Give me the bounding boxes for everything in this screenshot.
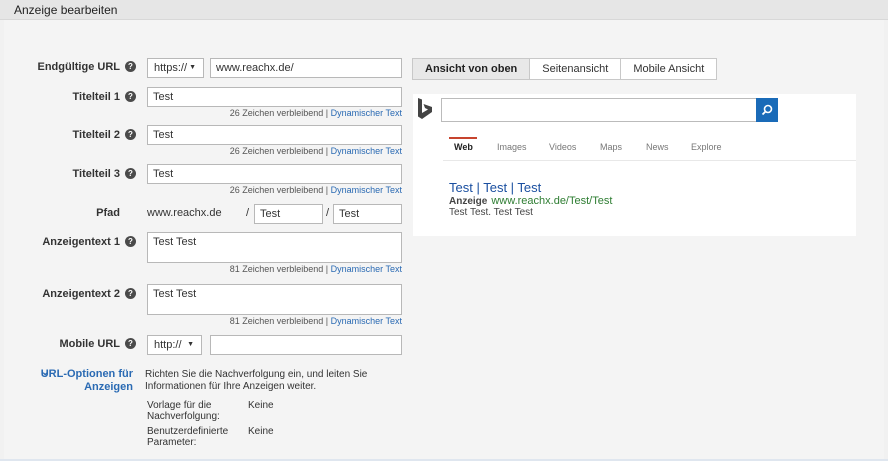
bing-logo-icon <box>418 98 432 119</box>
help-icon[interactable]: ? <box>125 338 136 349</box>
dynamic-text-link[interactable]: Dynamischer Text <box>331 264 402 274</box>
help-icon[interactable]: ? <box>125 61 136 72</box>
url-options-description-line2: Informationen für Ihre Anzeigen weiter. <box>145 381 317 392</box>
text2-hint: 81 Zeichen verbleibend | Dynamischer Tex… <box>200 316 402 326</box>
tracking-template-label-line1: Vorlage für die <box>147 400 212 411</box>
title2-counter: 26 Zeichen verbleibend | <box>229 146 329 156</box>
custom-parameters-label-line1: Benutzerdefinierte <box>147 426 229 437</box>
path-separator: / <box>246 207 250 219</box>
ad-url: www.reachx.de/Test/Test <box>491 195 613 207</box>
title1-input[interactable]: Test <box>147 87 402 107</box>
page-header: Anzeige bearbeiten <box>0 0 888 20</box>
tab-mobile-view[interactable]: Mobile Ansicht <box>620 58 718 80</box>
nav-news[interactable]: News <box>646 142 669 152</box>
final-url-protocol-select[interactable]: https:// ▼ <box>147 58 204 78</box>
help-icon[interactable]: ? <box>125 236 136 247</box>
search-button[interactable] <box>756 98 778 122</box>
path-domain: www.reachx.de <box>147 207 222 219</box>
path2-input[interactable]: Test <box>333 204 402 224</box>
mobile-url-protocol-select[interactable]: http:// ▼ <box>147 335 202 355</box>
tracking-template-label: Vorlage für die Nachverfolgung: <box>147 400 220 422</box>
text2-label: Anzeigentext 2 <box>42 288 120 300</box>
nav-videos[interactable]: Videos <box>549 142 576 152</box>
mobile-url-protocol-value: http:// <box>154 339 182 351</box>
custom-parameters-label: Benutzerdefinierte Parameter: <box>147 426 228 448</box>
path-separator: / <box>326 207 330 219</box>
final-url-input[interactable]: www.reachx.de/ <box>210 58 402 78</box>
final-url-protocol-value: https:// <box>154 62 188 74</box>
chevron-down-icon: ▼ <box>187 341 194 348</box>
final-url-label: Endgültige URL <box>37 61 121 73</box>
text1-input[interactable]: Test Test <box>147 232 402 263</box>
url-options-label-line2: Anzeigen <box>84 381 133 393</box>
page-title: Anzeige bearbeiten <box>14 3 118 17</box>
dynamic-text-link[interactable]: Dynamischer Text <box>331 185 402 195</box>
ad-display-url: Anzeige www.reachx.de/Test/Test <box>449 195 612 207</box>
dynamic-text-link[interactable]: Dynamischer Text <box>331 146 402 156</box>
title1-counter: 26 Zeichen verbleibend | <box>229 108 329 118</box>
path-label: Pfad <box>96 207 120 219</box>
nav-images[interactable]: Images <box>497 142 527 152</box>
url-options-label-line1: URL-Optionen für <box>40 368 133 380</box>
title1-hint: 26 Zeichen verbleibend | Dynamischer Tex… <box>200 108 402 118</box>
nav-explore[interactable]: Explore <box>691 142 722 152</box>
text1-counter: 81 Zeichen verbleibend | <box>229 264 329 274</box>
text2-counter: 81 Zeichen verbleibend | <box>229 316 329 326</box>
help-icon[interactable]: ? <box>125 91 136 102</box>
title3-counter: 26 Zeichen verbleibend | <box>229 185 329 195</box>
title3-hint: 26 Zeichen verbleibend | Dynamischer Tex… <box>200 185 402 195</box>
mobile-url-input[interactable] <box>210 335 402 355</box>
custom-parameters-value: Keine <box>248 426 274 437</box>
url-options-description-line1: Richten Sie die Nachverfolgung ein, und … <box>145 369 368 380</box>
active-nav-indicator <box>449 137 477 139</box>
search-icon <box>761 104 773 116</box>
path1-input[interactable]: Test <box>254 204 323 224</box>
title2-input[interactable]: Test <box>147 125 402 145</box>
title1-label: Titelteil 1 <box>72 91 120 103</box>
tracking-template-label-line2: Nachverfolgung: <box>147 411 220 422</box>
ad-badge: Anzeige <box>449 196 488 207</box>
title2-hint: 26 Zeichen verbleibend | Dynamischer Tex… <box>200 146 402 156</box>
mobile-url-label: Mobile URL <box>59 338 121 350</box>
text1-hint: 81 Zeichen verbleibend | Dynamischer Tex… <box>200 264 402 274</box>
nav-web[interactable]: Web <box>454 142 473 152</box>
url-options-toggle[interactable]: URL-Optionen für Anzeigen <box>38 368 133 394</box>
dynamic-text-link[interactable]: Dynamischer Text <box>331 108 402 118</box>
text1-label: Anzeigentext 1 <box>42 236 120 248</box>
title3-label: Titelteil 3 <box>72 168 120 180</box>
help-icon[interactable]: ? <box>125 129 136 140</box>
title3-input[interactable]: Test <box>147 164 402 184</box>
url-options-description: Richten Sie die Nachverfolgung ein, und … <box>145 369 367 393</box>
search-input[interactable] <box>441 98 778 122</box>
help-icon[interactable]: ? <box>125 288 136 299</box>
divider <box>443 160 856 161</box>
text2-input[interactable]: Test Test <box>147 284 402 315</box>
tracking-template-value: Keine <box>248 400 274 411</box>
dynamic-text-link[interactable]: Dynamischer Text <box>331 316 402 326</box>
title2-label: Titelteil 2 <box>72 129 120 141</box>
tab-top-view[interactable]: Ansicht von oben <box>412 58 531 80</box>
ad-title[interactable]: Test | Test | Test <box>449 180 541 195</box>
chevron-down-icon: ▼ <box>189 64 196 71</box>
edit-panel <box>4 20 884 461</box>
custom-parameters-label-line2: Parameter: <box>147 437 197 448</box>
ad-preview: Web Images Videos Maps News Explore Test… <box>413 94 856 236</box>
tab-side-view[interactable]: Seitenansicht <box>529 58 622 80</box>
ad-description: Test Test. Test Test <box>449 207 533 218</box>
preview-tabs: Ansicht von oben Seitenansicht Mobile An… <box>412 58 718 80</box>
nav-maps[interactable]: Maps <box>600 142 622 152</box>
help-icon[interactable]: ? <box>125 168 136 179</box>
